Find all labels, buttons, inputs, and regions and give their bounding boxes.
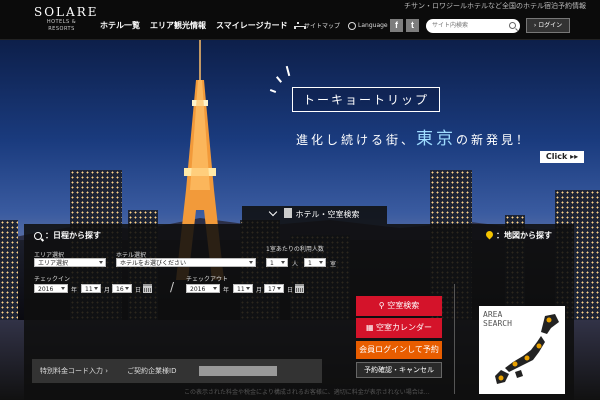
- corporate-code-bar: 特別料金コード入力 › ご契約企業様ID: [32, 359, 322, 383]
- site-tagline: チサン・ロワジールホテルなど全国のホテル宿泊予約情報: [404, 2, 586, 10]
- guests-select[interactable]: 1: [266, 258, 288, 267]
- special-code-link[interactable]: 特別料金コード入力 ›: [40, 366, 108, 376]
- vacancy-search-button[interactable]: ⚲ 空室検索: [356, 296, 442, 316]
- checkout-calendar-icon[interactable]: [295, 284, 304, 293]
- promo-title: トーキョートリップ: [292, 87, 441, 112]
- magnifier-icon: [34, 231, 42, 240]
- vacancy-calendar-label: 空室カレンダー: [376, 323, 433, 332]
- promo-pre: 進化し続ける街、: [296, 133, 417, 147]
- panel-divider: [454, 284, 455, 394]
- area-search-map[interactable]: AREA SEARCH: [479, 306, 565, 394]
- checkout-month-unit: 月: [256, 287, 263, 294]
- sitemap-label: サイトマップ: [304, 23, 341, 30]
- promo-city: 東京: [416, 129, 457, 149]
- corp-id-input[interactable]: [199, 366, 277, 376]
- area-select[interactable]: エリア選択: [34, 258, 106, 267]
- promo-subtitle: 進化し続ける街、東京の新発見！: [296, 124, 531, 149]
- checkin-day-unit: 日: [135, 287, 142, 294]
- nav-area-info[interactable]: エリア観光情報: [150, 20, 206, 31]
- logo-sub: HOTELS & RESORTS: [46, 19, 77, 32]
- checkout-year-unit: 年: [223, 287, 230, 294]
- reservation-confirm-button[interactable]: 予約確認・キャンセル: [356, 362, 442, 378]
- special-code-label: 特別料金コード入力: [40, 367, 103, 375]
- checkout-year-select[interactable]: 2016: [186, 284, 220, 293]
- checkin-calendar-icon[interactable]: [143, 284, 152, 293]
- guests-label: 1室あたりの利用人数: [266, 246, 324, 253]
- checkin-day-select[interactable]: 16: [112, 284, 132, 293]
- social-links: f t: [390, 19, 419, 32]
- vacancy-search-label: 空室検索: [387, 301, 420, 310]
- globe-icon: [348, 21, 357, 30]
- corp-id-label: ご契約企業様ID: [127, 367, 177, 375]
- main-nav: ホテル一覧 エリア観光情報 スマイレージカード: [100, 20, 298, 31]
- site-search-input[interactable]: [426, 19, 520, 33]
- checkout-day-select[interactable]: 17: [264, 284, 284, 293]
- checkout-day-unit: 日: [287, 287, 294, 294]
- vacancy-calendar-button[interactable]: ▦ 空室カレンダー: [356, 318, 442, 338]
- hotel-search-panel: ホテル・空室検索 ：日程から探す ：地図から探す エリア選択 エリア選択 ホテル…: [24, 206, 574, 400]
- schedule-search-title: ：日程から探す: [34, 230, 101, 241]
- schedule-title-text: ：日程から探す: [45, 231, 101, 240]
- date-separator: /: [170, 280, 175, 294]
- checkin-year-select[interactable]: 2016: [34, 284, 68, 293]
- site-header: SOLARE HOTELS & RESORTS チサン・ロワジールホテルなど全国…: [0, 0, 600, 40]
- japan-map-icon: [495, 314, 559, 384]
- language-label: Language: [358, 22, 388, 29]
- sitemap-icon: [294, 22, 306, 29]
- checkin-month-unit: 月: [104, 287, 111, 294]
- language-link[interactable]: Language: [348, 21, 388, 30]
- hotel-select[interactable]: ホテルをお選びください: [116, 258, 256, 267]
- search-button-icon: ⚲: [378, 301, 388, 310]
- utility-links: サイトマップ Language: [294, 21, 388, 30]
- search-panel-tab[interactable]: ホテル・空室検索: [242, 206, 387, 224]
- search-icon[interactable]: [509, 22, 516, 29]
- logo-main: SOLARE: [34, 5, 99, 19]
- nav-hotel-list[interactable]: ホテル一覧: [100, 20, 140, 31]
- checkin-label: チェックイン: [34, 276, 71, 283]
- calendar-button-icon: ▦: [365, 323, 377, 332]
- tab-label: ホテル・空室検索: [295, 210, 360, 219]
- map-search-title: ：地図から探す: [486, 230, 552, 241]
- checkout-month-select[interactable]: 11: [233, 284, 253, 293]
- promo-post: の新発見！: [456, 133, 532, 147]
- checkin-month-select[interactable]: 11: [81, 284, 101, 293]
- rooms-unit: 室: [330, 261, 337, 268]
- checkin-year-unit: 年: [71, 287, 78, 294]
- sitemap-link[interactable]: サイトマップ: [294, 21, 340, 30]
- chevron-down-icon: [268, 207, 277, 217]
- member-login-button[interactable]: 会員ログインして予約: [356, 341, 442, 359]
- login-button[interactable]: › ログイン: [526, 18, 570, 33]
- map-title-text: ：地図から探す: [496, 231, 552, 240]
- nav-smileage-card[interactable]: スマイレージカード: [216, 20, 288, 31]
- map-pin-icon: [486, 231, 493, 240]
- twitter-icon[interactable]: t: [406, 19, 419, 32]
- checkout-label: チェックアウト: [186, 276, 229, 283]
- footer-note: この表示された料金や税金により構成されるお客様に、適切に料金が表示されない場合は…: [184, 389, 430, 396]
- rooms-select[interactable]: 1: [304, 258, 326, 267]
- facebook-icon[interactable]: f: [390, 19, 403, 32]
- building-icon: [283, 208, 292, 218]
- site-logo[interactable]: SOLARE HOTELS & RESORTS: [34, 5, 99, 33]
- promo-click-button[interactable]: Click ▸▸: [540, 151, 584, 163]
- promo-box[interactable]: トーキョートリップ: [292, 87, 441, 112]
- guests-unit: 人: [292, 261, 299, 268]
